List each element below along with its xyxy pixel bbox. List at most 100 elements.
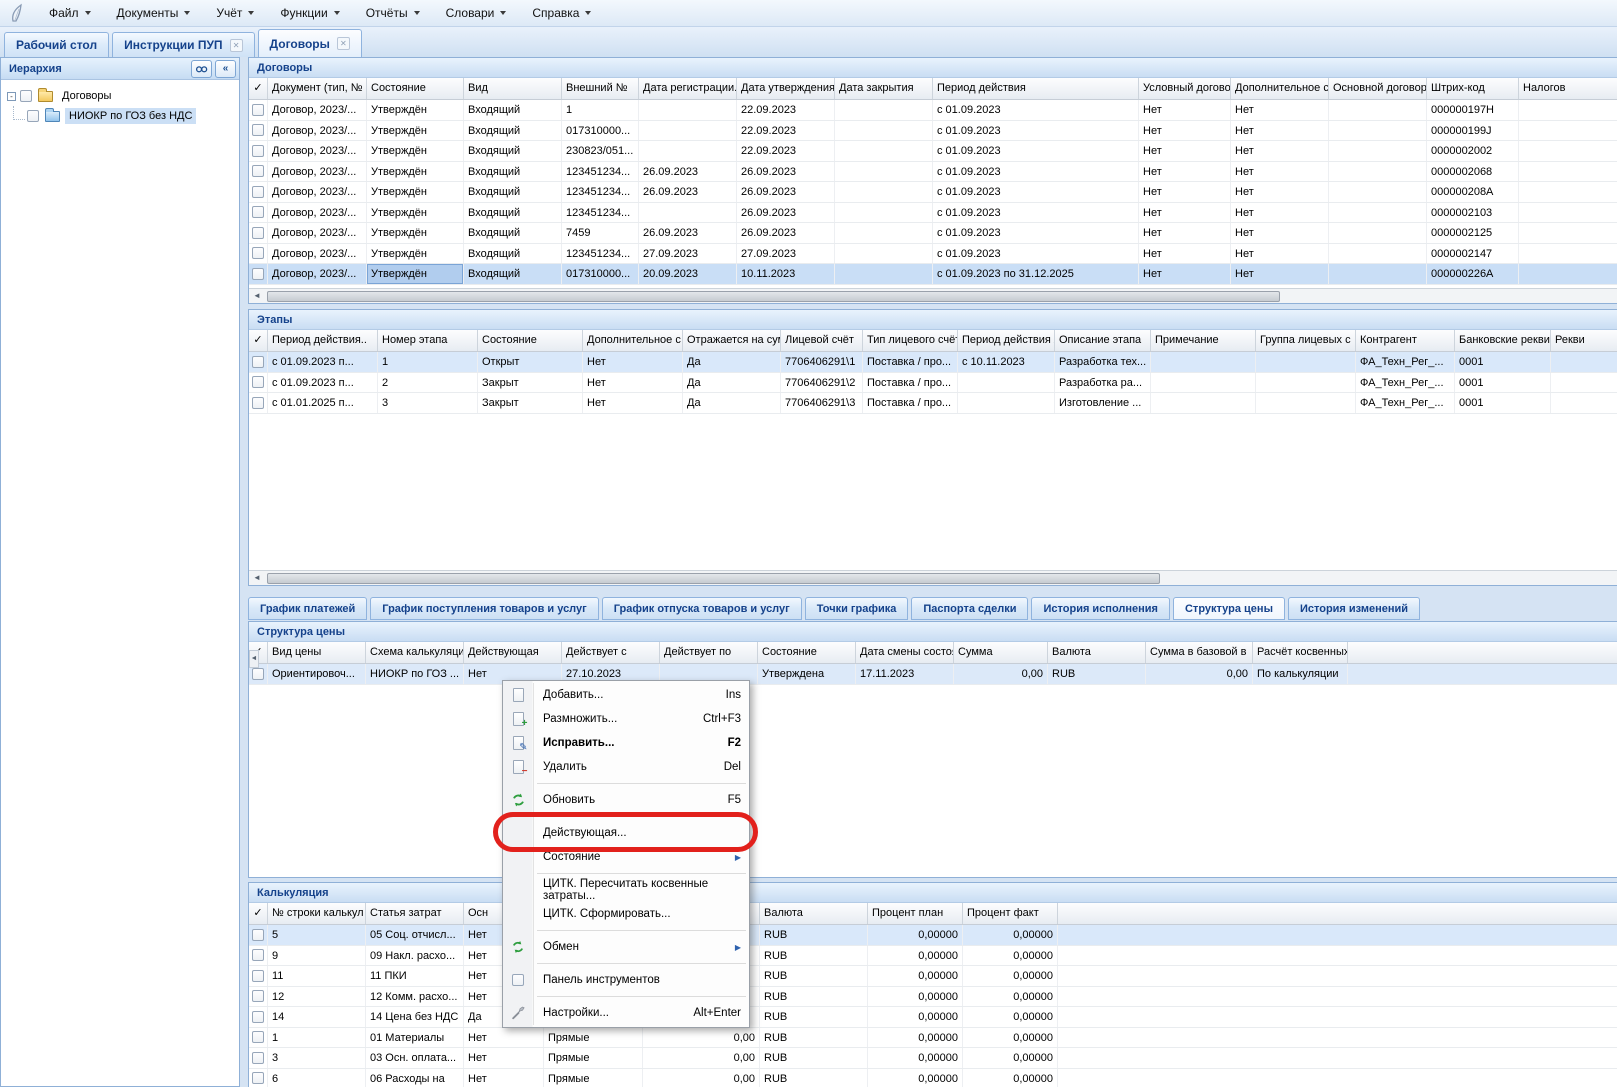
- column-header[interactable]: Дата закрытия: [835, 78, 933, 99]
- table-row[interactable]: с 01.09.2023 п...1ОткрытНетДа7706406291\…: [249, 352, 1617, 373]
- context-menu-item-settings[interactable]: Настройки...Alt+Enter: [503, 1001, 749, 1025]
- column-header[interactable]: ✓: [249, 78, 268, 99]
- table-row[interactable]: 1212 Комм. расхо...НетRUB0,000000,00000: [249, 987, 1617, 1008]
- column-header[interactable]: Дата утверждения: [737, 78, 835, 99]
- column-header[interactable]: Состояние: [367, 78, 464, 99]
- column-header[interactable]: Тип лицевого счёт: [863, 330, 958, 351]
- menubar-item[interactable]: Словари: [433, 2, 520, 24]
- table-row[interactable]: Договор, 2023/...УтверждёнВходящий123451…: [249, 244, 1617, 265]
- column-header[interactable]: Схема калькуляци: [366, 642, 464, 663]
- column-header[interactable]: ✓: [249, 903, 268, 924]
- context-menu-item-duplicate[interactable]: +Размножить...Ctrl+F3: [503, 707, 749, 731]
- detail-tab[interactable]: Точки графика: [805, 597, 909, 620]
- row-checkbox[interactable]: [252, 268, 264, 280]
- menubar-item[interactable]: Функции: [267, 2, 352, 24]
- context-menu-item-delete[interactable]: −УдалитьDel: [503, 755, 749, 779]
- row-checkbox[interactable]: [252, 668, 264, 680]
- column-header[interactable]: Штрих-код: [1427, 78, 1519, 99]
- detail-tab[interactable]: График платежей: [248, 597, 367, 620]
- expander-icon[interactable]: -: [7, 92, 16, 101]
- table-row[interactable]: 606 Расходы наНетПрямые0,00RUB0,000000,0…: [249, 1069, 1617, 1087]
- row-checkbox[interactable]: [252, 1072, 264, 1084]
- column-header[interactable]: Сумма: [954, 642, 1048, 663]
- column-header[interactable]: Банковские реквиз: [1455, 330, 1551, 351]
- table-row[interactable]: с 01.09.2023 п...2ЗакрытНетДа7706406291\…: [249, 373, 1617, 394]
- tree-item[interactable]: НИОКР по ГОЗ без НДС: [1, 106, 239, 126]
- context-menu-item-edit[interactable]: ✎Исправить...F2: [503, 731, 749, 755]
- column-header[interactable]: Действующая: [464, 642, 562, 663]
- tab-Рабочий стол[interactable]: Рабочий стол: [4, 32, 109, 57]
- column-header[interactable]: Описание этапа: [1055, 330, 1151, 351]
- column-header[interactable]: Внешний №: [562, 78, 639, 99]
- tree-checkbox[interactable]: [27, 110, 39, 122]
- row-checkbox[interactable]: [252, 1031, 264, 1043]
- row-checkbox[interactable]: [252, 227, 264, 239]
- row-checkbox[interactable]: [252, 104, 264, 116]
- column-header[interactable]: Группа лицевых с: [1256, 330, 1356, 351]
- row-checkbox[interactable]: [252, 1052, 264, 1064]
- stages-hscrollbar[interactable]: ◄: [249, 570, 1617, 585]
- context-menu-item-current[interactable]: Действующая...: [503, 821, 749, 845]
- table-row[interactable]: 303 Осн. оплата...НетПрямые0,00RUB0,0000…: [249, 1048, 1617, 1069]
- detail-tab[interactable]: История изменений: [1288, 597, 1420, 620]
- column-header[interactable]: Сумма в базовой в: [1146, 642, 1253, 663]
- column-header[interactable]: Период действия л: [958, 330, 1055, 351]
- close-icon[interactable]: ✕: [337, 37, 350, 50]
- detail-tab[interactable]: Структура цены: [1173, 597, 1285, 620]
- find-button[interactable]: [191, 60, 212, 78]
- column-header[interactable]: ✓: [249, 330, 268, 351]
- table-row[interactable]: Договор, 2023/...УтверждёнВходящий123451…: [249, 162, 1617, 183]
- column-header[interactable]: № строки калькул: [268, 903, 366, 924]
- scroll-left-icon[interactable]: ◄: [249, 289, 265, 303]
- scrollbar-thumb[interactable]: [267, 291, 1280, 302]
- row-checkbox[interactable]: [252, 206, 264, 218]
- row-checkbox[interactable]: [252, 356, 264, 368]
- column-header[interactable]: Период действия: [933, 78, 1139, 99]
- context-menu-item-citk-recalculate[interactable]: ЦИТК. Пересчитать косвенные затраты...: [503, 878, 749, 902]
- row-checkbox[interactable]: [252, 949, 264, 961]
- table-row[interactable]: 505 Соц. отчисл...НетRUB0,000000,00000: [249, 925, 1617, 946]
- row-checkbox[interactable]: [252, 990, 264, 1002]
- row-checkbox[interactable]: [252, 1011, 264, 1023]
- row-checkbox[interactable]: [252, 145, 264, 157]
- row-checkbox[interactable]: [252, 124, 264, 136]
- table-row[interactable]: Договор, 2023/...УтверждёнВходящий123451…: [249, 203, 1617, 224]
- column-header[interactable]: Дата регистрации.: [639, 78, 737, 99]
- context-menu-item-citk-generate[interactable]: ЦИТК. Сформировать...: [503, 902, 749, 926]
- column-header[interactable]: Действует по: [660, 642, 758, 663]
- column-header[interactable]: Отражается на сум: [683, 330, 781, 351]
- column-header[interactable]: Расчёт косвенных: [1253, 642, 1348, 663]
- table-row[interactable]: с 01.01.2025 п...3ЗакрытНетДа7706406291\…: [249, 393, 1617, 414]
- column-header[interactable]: Дополнительное с: [583, 330, 683, 351]
- detail-tab[interactable]: График поступления товаров и услуг: [370, 597, 598, 620]
- tree-checkbox[interactable]: [20, 90, 32, 102]
- row-checkbox[interactable]: [252, 186, 264, 198]
- table-row[interactable]: 101 МатериалыНетПрямые0,00RUB0,000000,00…: [249, 1028, 1617, 1049]
- tab-Инструкции ПУП[interactable]: Инструкции ПУП✕: [112, 32, 254, 57]
- column-header[interactable]: Период действия..: [268, 330, 378, 351]
- context-menu-item-add[interactable]: Добавить...Ins: [503, 683, 749, 707]
- row-checkbox[interactable]: [252, 397, 264, 409]
- column-header[interactable]: Действует с: [562, 642, 660, 663]
- column-header[interactable]: Валюта: [1048, 642, 1146, 663]
- detail-tab[interactable]: График отпуска товаров и услуг: [602, 597, 802, 620]
- collapse-sidebar-button[interactable]: «: [215, 60, 236, 78]
- row-checkbox[interactable]: [252, 929, 264, 941]
- table-row[interactable]: 1111 ПКИНетRUB0,000000,00000: [249, 966, 1617, 987]
- scroll-left-icon[interactable]: ◄: [249, 571, 265, 585]
- column-header[interactable]: Процент факт: [963, 903, 1058, 924]
- menubar-item[interactable]: Отчёты: [353, 2, 433, 24]
- context-menu-item-toolbar-panel[interactable]: Панель инструментов: [503, 968, 749, 992]
- scrollbar-thumb[interactable]: [267, 573, 1160, 584]
- row-checkbox[interactable]: [252, 165, 264, 177]
- context-menu-item-state[interactable]: Состояние▶: [503, 845, 749, 869]
- column-header[interactable]: Налогов: [1519, 78, 1617, 99]
- table-row[interactable]: Ориентировоч...НИОКР по ГОЗ ...Нет27.10.…: [249, 664, 1617, 685]
- column-header[interactable]: Состояние: [758, 642, 856, 663]
- table-row[interactable]: Договор, 2023/...УтверждёнВходящий017310…: [249, 121, 1617, 142]
- column-header[interactable]: Условный договор: [1139, 78, 1231, 99]
- column-header[interactable]: Валюта: [760, 903, 868, 924]
- tab-Договоры[interactable]: Договоры✕: [258, 29, 362, 57]
- row-checkbox[interactable]: [252, 970, 264, 982]
- table-row[interactable]: Договор, 2023/...УтверждёнВходящий017310…: [249, 264, 1617, 285]
